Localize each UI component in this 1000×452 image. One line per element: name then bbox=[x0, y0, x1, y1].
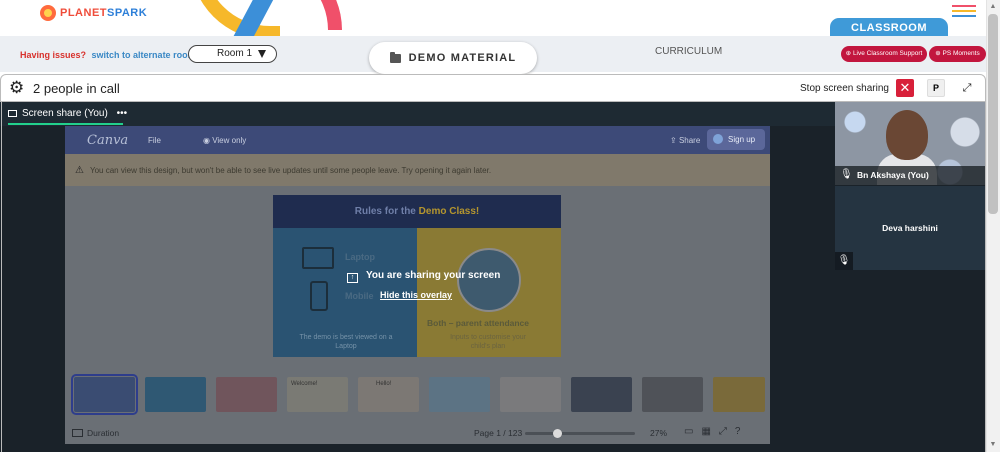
logo-text-planet: PLANET bbox=[60, 7, 107, 19]
slide-thumbnail bbox=[571, 377, 632, 412]
canva-duration: Duration bbox=[72, 428, 119, 438]
laptop-icon bbox=[302, 247, 334, 269]
slide-customise-text: Inputs to customise your child's plan bbox=[450, 334, 526, 350]
slide-thumbnail bbox=[429, 377, 490, 412]
room-select-value: Room 1 bbox=[217, 48, 253, 59]
slide-title-b: Demo Class! bbox=[418, 206, 480, 217]
slide-thumbnail bbox=[71, 374, 138, 415]
canva-share: ⇪ Share bbox=[670, 136, 701, 145]
people-in-call-count: 2 people in call bbox=[33, 81, 120, 96]
ps-moments-button[interactable]: ⊕ PS Moments bbox=[929, 46, 986, 62]
fullscreen-icon: ⤢ bbox=[718, 426, 735, 437]
canva-view-icons: ▭▦⤢? bbox=[684, 426, 748, 437]
canva-zoom-knob bbox=[553, 429, 562, 438]
screen-icon bbox=[8, 110, 17, 117]
issues-question: Having issues? bbox=[20, 50, 87, 60]
slide-thumbnail bbox=[216, 377, 277, 412]
share-upload-icon: ↑ bbox=[347, 273, 358, 283]
gear-icon[interactable]: ⚙ bbox=[9, 79, 25, 96]
stop-screen-sharing-label: Stop screen sharing bbox=[800, 83, 889, 94]
expand-icon[interactable]: ⤢ bbox=[958, 79, 976, 97]
canva-share-label: Share bbox=[678, 136, 701, 145]
canva-logo: Canva bbox=[87, 133, 129, 148]
stop-sharing-button[interactable]: ✕ bbox=[896, 79, 914, 97]
slide-thumbnail: Welcome! bbox=[287, 377, 348, 412]
slide-thumbnail bbox=[713, 377, 765, 412]
canva-toolbar bbox=[65, 126, 770, 154]
canva-sign-up-button: Sign up bbox=[707, 129, 765, 150]
canva-file-menu: File bbox=[148, 136, 161, 145]
slide-thumbnail: Hello! bbox=[358, 377, 419, 412]
canva-zoom-slider bbox=[525, 432, 635, 435]
demo-material-button[interactable]: DEMO MATERIAL bbox=[369, 42, 537, 74]
canva-view-only-label: View only bbox=[212, 136, 247, 145]
scroll-up-arrow-icon[interactable]: ▲ bbox=[986, 0, 1000, 14]
phone-icon bbox=[310, 281, 328, 311]
slide-thumbnail bbox=[145, 377, 206, 412]
scroll-down-arrow-icon[interactable]: ▼ bbox=[986, 438, 1000, 452]
hide-overlay-link[interactable]: Hide this overlay bbox=[380, 290, 452, 300]
switch-room-link[interactable]: switch to alternate room bbox=[92, 50, 196, 60]
participant-name: Bn Akshaya (You) bbox=[857, 170, 929, 180]
canva-page-indicator: Page 1 / 123 bbox=[474, 428, 523, 438]
curriculum-tab[interactable]: CURRICULUM bbox=[655, 46, 722, 57]
slide-title-a: Rules for the bbox=[354, 206, 419, 217]
pip-button[interactable]: P bbox=[927, 79, 945, 97]
live-support-label: Live Classroom Support bbox=[852, 50, 923, 57]
warning-icon: ⚠ bbox=[75, 165, 84, 176]
duration-icon bbox=[72, 429, 83, 437]
sharing-overlay-message: ↑ You are sharing your screen bbox=[347, 270, 500, 283]
folder-icon bbox=[389, 51, 401, 63]
canva-warning-text: You can view this design, but won't be a… bbox=[90, 166, 492, 175]
slide-parent-text: Both – parent attendance bbox=[427, 318, 530, 328]
microphone-icon: 🎙 bbox=[840, 169, 853, 180]
ps-moments-label: PS Moments bbox=[942, 50, 980, 57]
canva-zoom-level: 27% bbox=[650, 428, 668, 438]
slide-demo-note: The demo is best viewed on a Laptop bbox=[299, 334, 393, 350]
slide-thumbnail bbox=[500, 377, 561, 412]
slide-thumbnail bbox=[642, 377, 703, 412]
thumb-hello: Hello! bbox=[376, 381, 392, 387]
issues-text: Having issues? switch to alternate room bbox=[20, 50, 196, 60]
thumb-welcome: Welcome! bbox=[291, 381, 318, 387]
slide-title: Rules for the Demo Class! bbox=[273, 195, 561, 228]
decorative-arc-red bbox=[262, 0, 342, 30]
slide-mobile-text: Mobile bbox=[345, 291, 374, 301]
tab-active-underline bbox=[8, 123, 123, 125]
participant-face bbox=[886, 110, 928, 160]
tab-menu-icon[interactable]: ••• bbox=[117, 108, 128, 119]
scrollbar-thumb[interactable] bbox=[988, 14, 998, 214]
demo-material-label: DEMO MATERIAL bbox=[408, 52, 517, 64]
help-icon: ? bbox=[734, 426, 749, 437]
live-classroom-support-button[interactable]: ⊕ Live Classroom Support bbox=[841, 46, 927, 62]
microphone-icon: 🎙 bbox=[835, 252, 853, 270]
room-select[interactable]: Room 1 bbox=[188, 45, 277, 63]
participant-name: Deva harshini bbox=[882, 223, 938, 233]
sharing-overlay-text: You are sharing your screen bbox=[366, 270, 501, 281]
canva-view-only: ◉ View only bbox=[203, 136, 247, 145]
dropdown-triangle-icon bbox=[258, 50, 266, 58]
duration-label: Duration bbox=[87, 428, 120, 438]
slide-laptop-text: Laptop bbox=[345, 252, 375, 262]
hamburger-menu-icon[interactable] bbox=[952, 5, 976, 20]
logo-mark-icon bbox=[40, 5, 56, 21]
tile-view-icon: ▦ bbox=[701, 426, 719, 437]
classroom-tab[interactable]: CLASSROOM bbox=[830, 18, 948, 36]
grid-view-icon: ▭ bbox=[684, 426, 702, 437]
logo-text-spark: SPARK bbox=[107, 7, 148, 19]
tab-screen-share-label: Screen share (You) bbox=[22, 108, 108, 119]
slide-thumbnails: Welcome! Hello! bbox=[71, 374, 765, 415]
planetspark-logo[interactable]: PLANETSPARK bbox=[40, 5, 147, 21]
